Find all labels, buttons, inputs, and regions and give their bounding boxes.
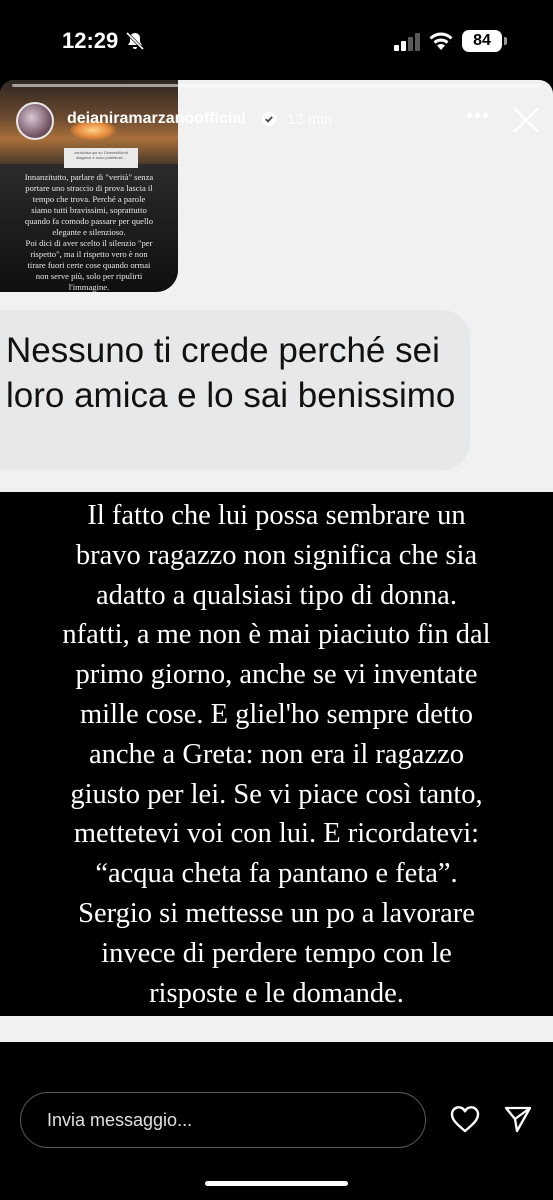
send-icon[interactable]	[503, 1104, 533, 1134]
more-dots-icon[interactable]: •••	[466, 106, 490, 130]
signal-icon	[394, 33, 420, 51]
battery-tip	[504, 37, 507, 45]
comment-text: Nessuno ti crede perché sei loro amica e…	[6, 331, 456, 415]
message-input[interactable]: Invia messaggio...	[20, 1092, 426, 1148]
story-view[interactable]: condivisa qui su CinemaWorld stagione e …	[0, 80, 553, 1042]
avatar[interactable]	[16, 102, 54, 140]
wifi-icon	[429, 32, 453, 50]
embedded-question-card: condivisa qui su CinemaWorld stagione e …	[64, 148, 138, 168]
story-progress-bar	[12, 84, 541, 87]
status-bar: 12:29 84	[0, 0, 553, 80]
comment-bubble: Nessuno ti crede perché sei loro amica e…	[0, 310, 470, 470]
story-timestamp: 13 min	[287, 111, 333, 128]
caption-text: Il fatto che lui possa sembrare un bravo…	[62, 500, 491, 1009]
message-placeholder: Invia messaggio...	[47, 1110, 193, 1130]
bell-slash-icon	[125, 31, 145, 51]
status-time: 12:29	[62, 28, 119, 53]
story-username[interactable]: deianiramarzanoofficial	[67, 110, 246, 128]
verified-badge-icon	[262, 112, 276, 126]
home-indicator	[205, 1181, 348, 1186]
battery-icon: 84	[462, 30, 502, 52]
close-icon[interactable]	[512, 106, 540, 134]
caption-text-block: Il fatto che lui possa sembrare un bravo…	[0, 492, 553, 1016]
heart-icon[interactable]	[450, 1105, 480, 1133]
embedded-post-text: Innanzitutto, parlare di "verità" senza …	[24, 172, 154, 292]
